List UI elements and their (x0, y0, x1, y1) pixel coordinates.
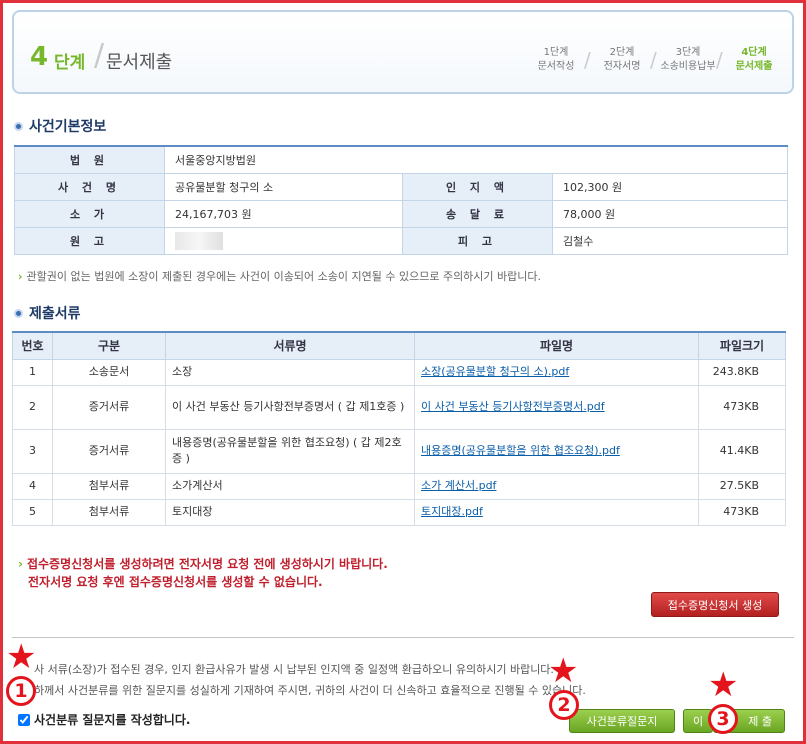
arrow-icon: › (18, 557, 23, 571)
table-row: 1 소송문서 소장 소장(공유물분할 청구의 소).pdf 243.8KB (12, 358, 786, 386)
step-separator-icon: / (716, 48, 723, 72)
red-star-icon: ★ (708, 665, 739, 705)
refund-notice: 사 서류(소장)가 접수된 경우, 인지 환급사유가 발생 시 납부된 인지액 … (34, 663, 554, 676)
file-link[interactable]: 내용증명(공유물분할을 위한 협조요청).pdf (421, 444, 620, 457)
court-label: 법 원 (14, 145, 165, 174)
step-4: 4단계 문서제출 (735, 47, 773, 72)
step-separator-icon: / (584, 48, 591, 72)
defendant-label: 피 고 (402, 226, 553, 255)
annotation-circle-1: 1 (6, 676, 36, 706)
file-link[interactable]: 소장(공유물분할 청구의 소).pdf (421, 365, 569, 378)
table-row: 5 첨부서류 토지대장 토지대장.pdf 473KB (12, 498, 786, 526)
blurred-plaintiff-name (175, 231, 223, 250)
case-name-value: 공유물분할 청구의 소 (164, 172, 403, 201)
step-separator-icon: / (650, 48, 657, 72)
red-star-icon: ★ (6, 637, 37, 677)
page-title: 문서제출 (106, 52, 173, 73)
annotation-circle-3: 3 (708, 704, 738, 734)
delivery-label: 송 달 료 (402, 199, 553, 228)
step-3: 3단계 소송비용납부 (660, 47, 716, 72)
plaintiff-label: 원 고 (14, 226, 165, 255)
documents-title: 제출서류 (14, 303, 81, 323)
value-value: 24,167,703 원 (164, 199, 403, 228)
questionnaire-notice: 하께서 사건분류를 위한 질문지를 성실하게 기재하여 주시면, 귀하의 사건이… (34, 684, 586, 697)
table-row: 4 첨부서류 소가계산서 소가 계산서.pdf 27.5KB (12, 472, 786, 500)
court-value: 서울중앙지방법원 (164, 145, 788, 174)
table-header-row: 번호 구분 서류명 파일명 파일크기 (12, 331, 786, 360)
receipt-warning: › 접수증명신청서를 생성하려면 전자서명 요청 전에 생성하시기 바랍니다. 전… (18, 557, 388, 589)
step-1: 1단계 문서작성 (537, 47, 575, 72)
questionnaire-checkbox-row[interactable]: 사건분류 질문지를 작성합니다. (18, 711, 190, 728)
file-link[interactable]: 토지대장.pdf (421, 505, 483, 518)
delivery-value: 78,000 원 (552, 199, 788, 228)
bullet-icon (14, 121, 23, 131)
create-receipt-button[interactable]: 접수증명신청서 생성 (651, 592, 779, 617)
slash-divider-icon: / (94, 38, 105, 73)
stamp-label: 인 지 액 (402, 172, 553, 201)
table-row: 2 증거서류 이 사건 부동산 등기사항전부증명서 ( 갑 제1호증 ) 이 사… (12, 384, 786, 430)
jurisdiction-notice: › 관할권이 없는 법원에 소장이 제출된 경우에는 사건이 이송되어 소송이 지… (18, 270, 542, 283)
current-step-word: 단계 (54, 53, 86, 73)
step-header: 4 단계 / 문서제출 1단계 문서작성 / 2단계 전자서명 / 3단계 소송비용납… (12, 10, 794, 94)
plaintiff-value (164, 226, 403, 255)
case-info-table: 법 원 서울중앙지방법원 사 건 명 공유물분할 청구의 소 인 지 액 102… (14, 145, 788, 255)
questionnaire-checkbox[interactable] (18, 713, 30, 726)
file-link[interactable]: 소가 계산서.pdf (421, 479, 496, 492)
case-info-title: 사건기본정보 (14, 116, 106, 136)
current-step-number: 4 (30, 42, 49, 72)
questionnaire-button[interactable]: 사건분류질문지 (569, 709, 675, 733)
case-name-label: 사 건 명 (14, 172, 165, 201)
defendant-value: 김철수 (552, 226, 788, 255)
divider (12, 637, 794, 638)
step-progress: 1단계 문서작성 / 2단계 전자서명 / 3단계 소송비용납부 / 4단계 문서제출 (528, 46, 782, 74)
value-label: 소 가 (14, 199, 165, 228)
table-row: 3 증거서류 내용증명(공유물분할을 위한 협조요청) ( 갑 제2호증 ) 내… (12, 428, 786, 474)
arrow-icon: › (18, 270, 23, 283)
stamp-value: 102,300 원 (552, 172, 788, 201)
documents-table: 번호 구분 서류명 파일명 파일크기 1 소송문서 소장 소장(공유물분할 청구… (12, 331, 786, 526)
red-star-icon: ★ (548, 651, 579, 691)
bullet-icon (14, 308, 23, 318)
file-link[interactable]: 이 사건 부동산 등기사항전부증명서.pdf (421, 400, 605, 413)
annotation-circle-2: 2 (549, 690, 579, 720)
step-2: 2단계 전자서명 (603, 47, 641, 72)
